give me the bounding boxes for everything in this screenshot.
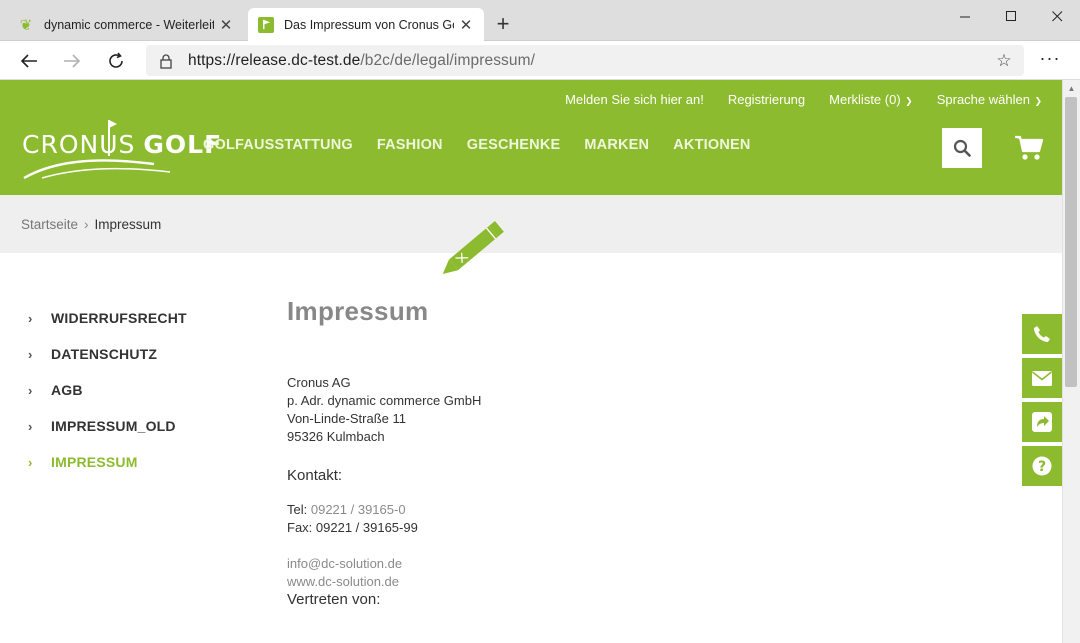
scrollbar-thumb[interactable] [1065, 97, 1077, 387]
url-host: https://release.dc-test.de [188, 51, 361, 69]
url-text: https://release.dc-test.de/b2c/de/legal/… [188, 52, 535, 70]
new-tab-button[interactable]: + [490, 12, 516, 38]
share-icon [1032, 412, 1052, 432]
sidebar-item-datenschutz[interactable]: › DATENSCHUTZ [28, 336, 248, 372]
represented-heading: Vertreten von: [287, 591, 381, 608]
sidebar-item-label: IMPRESSUM_OLD [51, 418, 176, 434]
browser-menu-icon[interactable]: ··· [1038, 49, 1062, 73]
svg-text:?: ? [1038, 459, 1046, 475]
tab-close-icon[interactable]: ✕ [218, 16, 234, 34]
pencil-icon [442, 221, 504, 274]
chevron-right-icon: › [28, 454, 33, 470]
breadcrumb-current: Impressum [94, 217, 162, 232]
chevron-down-icon: ❯ [902, 96, 913, 106]
legal-sidebar: › WIDERRUFSRECHT › DATENSCHUTZ › AGB › I… [28, 300, 248, 480]
register-link[interactable]: Registrierung [728, 92, 805, 107]
sidebar-item-impressum[interactable]: › IMPRESSUM [28, 444, 248, 480]
breadcrumb-bar: Startseite › Impressum [0, 195, 1062, 253]
email-link[interactable]: info@dc-solution.de [287, 555, 987, 573]
language-select[interactable]: Sprache wählen ❯ [937, 92, 1042, 107]
address-line: Von-Linde-Straße 11 [287, 411, 406, 426]
shopping-cart-icon [1015, 135, 1044, 160]
phone-button[interactable] [1022, 314, 1062, 354]
chevron-right-icon: › [28, 310, 33, 326]
floating-action-bar: ? [1022, 314, 1062, 490]
nav-golfausstattung[interactable]: GOLFAUSSTATTUNG [203, 137, 353, 153]
share-button[interactable] [1022, 402, 1062, 442]
search-button[interactable] [942, 128, 982, 168]
chevron-right-icon: › [28, 346, 33, 362]
help-icon: ? [1032, 456, 1052, 476]
phone-label: Tel: [287, 502, 308, 517]
sidebar-item-label: AGB [51, 382, 83, 398]
phone-link[interactable]: 09221 / 39165-0 [311, 502, 406, 517]
nav-aktionen[interactable]: AKTIONEN [673, 137, 750, 153]
chevron-right-icon: › [84, 217, 89, 232]
lock-icon [158, 53, 174, 69]
reload-icon[interactable] [104, 49, 128, 73]
sidebar-item-label: WIDERRUFSRECHT [51, 310, 187, 326]
cart-button[interactable] [1012, 132, 1046, 164]
web-contacts: info@dc-solution.de www.dc-solution.de [287, 555, 987, 591]
tab-title: Das Impressum von Cronus Golf [284, 17, 454, 32]
address-line: Cronus AG [287, 375, 351, 390]
site-header: Melden Sie sich hier an! Registrierung M… [0, 80, 1062, 195]
nav-fashion[interactable]: FASHION [377, 137, 443, 153]
login-link[interactable]: Melden Sie sich hier an! [565, 92, 704, 107]
url-path: /b2c/de/legal/impressum/ [360, 51, 536, 69]
contact-heading: Kontakt: [287, 467, 343, 484]
chevron-right-icon: › [28, 418, 33, 434]
email-button[interactable] [1022, 358, 1062, 398]
cronus-golf-logo[interactable]: CRONUS GOLF [22, 116, 221, 180]
logo-swoosh-icon [23, 159, 171, 180]
help-button[interactable]: ? [1022, 446, 1062, 486]
chevron-down-icon: ❯ [1031, 96, 1042, 106]
phone-line: Tel: 09221 / 39165-0 [287, 501, 987, 519]
language-label: Sprache wählen [936, 92, 1030, 107]
flag-favicon-icon [258, 16, 274, 33]
fax-line: Fax: 09221 / 39165-99 [287, 520, 418, 535]
main-navigation: GOLFAUSSTATTUNG FASHION GESCHENKE MARKEN… [203, 137, 751, 153]
nav-marken[interactable]: MARKEN [584, 137, 649, 153]
tab-close-icon[interactable]: ✕ [458, 16, 474, 34]
sidebar-item-label: IMPRESSUM [51, 454, 138, 470]
golf-flag-icon [108, 120, 117, 156]
back-arrow-icon[interactable] [17, 49, 41, 73]
tab-title: dynamic commerce - Weiterleitung [44, 17, 214, 32]
top-links: Melden Sie sich hier an! Registrierung M… [565, 92, 1042, 107]
website-link[interactable]: www.dc-solution.de [287, 573, 987, 591]
search-icon [953, 139, 971, 157]
sidebar-item-widerrufsrecht[interactable]: › WIDERRUFSRECHT [28, 300, 248, 336]
favorite-star-icon[interactable]: ☆ [994, 51, 1014, 71]
browser-tab-active[interactable]: Das Impressum von Cronus Golf ✕ [248, 8, 484, 41]
company-address: Cronus AG p. Adr. dynamic commerce GmbH … [287, 374, 987, 446]
browser-tab-inactive[interactable]: ❦ dynamic commerce - Weiterleitung ✕ [8, 8, 244, 41]
phone-icon [1034, 326, 1050, 342]
browser-toolbar: https://release.dc-test.de/b2c/de/legal/… [0, 41, 1080, 80]
wishlist-link[interactable]: Merkliste (0) ❯ [829, 92, 913, 107]
address-line: p. Adr. dynamic commerce GmbH [287, 393, 482, 408]
nav-geschenke[interactable]: GESCHENKE [467, 137, 561, 153]
breadcrumb-home[interactable]: Startseite [21, 217, 78, 232]
address-bar[interactable]: https://release.dc-test.de/b2c/de/legal/… [146, 45, 1024, 76]
chevron-right-icon: › [28, 382, 33, 398]
close-window-icon[interactable] [1034, 0, 1080, 32]
maximize-icon[interactable] [988, 0, 1034, 32]
address-line: 95326 Kulmbach [287, 429, 385, 444]
sidebar-item-agb[interactable]: › AGB [28, 372, 248, 408]
browser-tab-bar: ❦ dynamic commerce - Weiterleitung ✕ Das… [0, 0, 1080, 41]
envelope-icon [1032, 370, 1052, 386]
leaf-favicon-icon: ❦ [19, 16, 33, 34]
sidebar-item-label: DATENSCHUTZ [51, 346, 158, 362]
sidebar-item-impressum-old[interactable]: › IMPRESSUM_OLD [28, 408, 248, 444]
breadcrumb: Startseite › Impressum [21, 217, 161, 232]
page-scrollbar[interactable]: ▲ [1062, 80, 1080, 643]
wishlist-label: Merkliste (0) [829, 92, 901, 107]
forward-arrow-icon[interactable] [60, 49, 84, 73]
page-title: Impressum [287, 296, 429, 326]
minimize-icon[interactable] [942, 0, 988, 32]
impressum-content: Impressum Cronus AG p. Adr. dynamic comm… [287, 296, 987, 608]
contact-details: Tel: 09221 / 39165-0 Fax: 09221 / 39165-… [287, 501, 987, 537]
scroll-up-arrow-icon[interactable]: ▲ [1063, 82, 1080, 96]
